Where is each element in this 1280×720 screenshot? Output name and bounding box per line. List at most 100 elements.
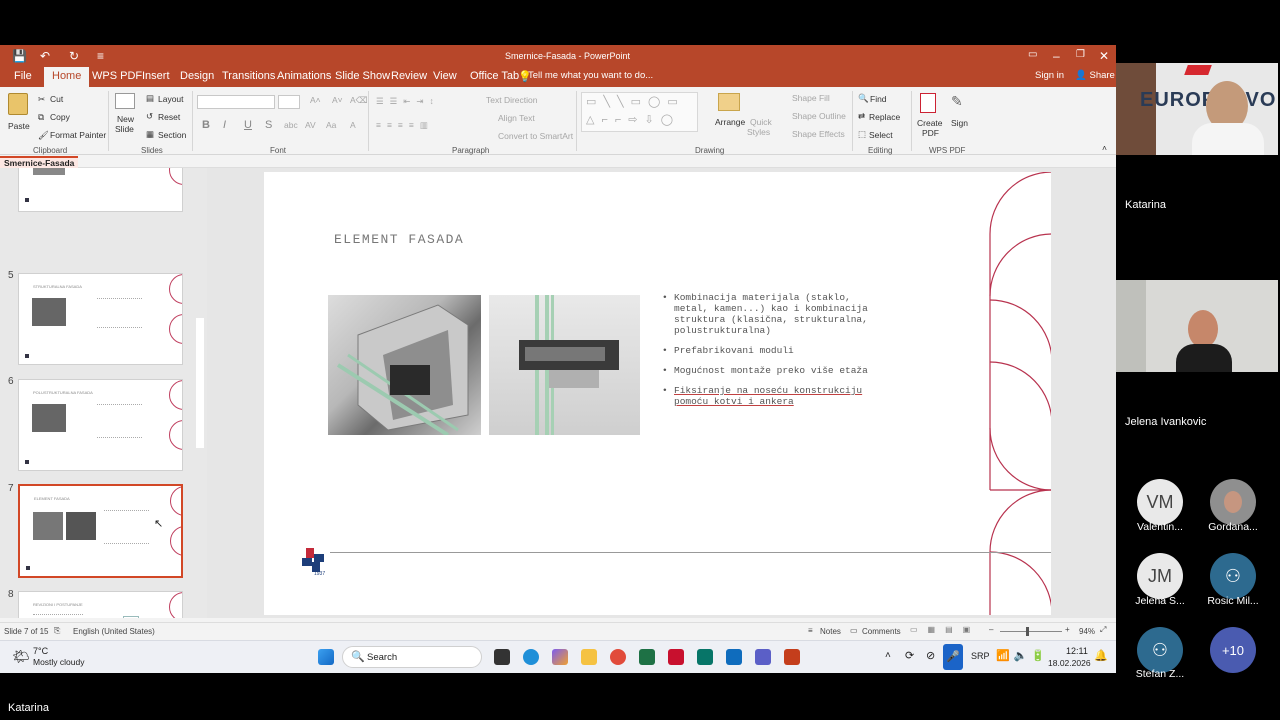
notes-icon[interactable]: ≡ [808,626,813,635]
reset-button[interactable]: Reset [158,112,180,122]
strikethrough-icon[interactable]: abc [284,120,298,130]
clear-format-icon[interactable]: A⌫ [350,95,368,106]
tab-design[interactable]: Design [180,70,214,82]
network-off-icon[interactable]: ⊘ [926,649,935,662]
paste-icon[interactable] [8,93,28,115]
task-view-icon[interactable] [494,649,510,665]
arrange-button[interactable]: Arrange [715,117,745,127]
quick-styles-button-2[interactable]: Styles [747,127,770,137]
weather-temp[interactable]: 7°C [33,646,48,656]
tell-me-search[interactable]: Tell me what you want to do... [528,70,653,81]
align-icons[interactable]: ≡≡≡≡▥ [376,120,434,131]
slide[interactable]: ELEMENT FASADA • Kombinacija materijala … [264,172,1051,615]
font-name-input[interactable] [197,95,275,109]
facade-profile-image-1[interactable] [328,295,481,437]
section-icon[interactable]: ▦ [146,129,154,140]
italic-icon[interactable]: I [223,119,226,131]
acrobat-icon[interactable] [668,649,684,665]
tab-slide-show[interactable]: Slide Show [335,70,390,82]
copy-button[interactable]: Copy [50,112,70,122]
format-painter-button[interactable]: Format Painter [50,130,106,140]
arrange-icon[interactable] [718,93,740,111]
shrink-font-icon[interactable]: A˅ [332,95,343,105]
tab-office-tab[interactable]: Office Tab [470,70,519,82]
input-language[interactable]: SRP [971,651,990,661]
video-tile-jelena[interactable] [1116,280,1278,372]
notification-icon[interactable]: 🔔 [1094,649,1108,662]
create-pdf-icon[interactable] [920,93,936,113]
teams-icon[interactable] [755,649,771,665]
tab-insert[interactable]: Insert [142,70,170,82]
avatar-gordana[interactable] [1210,479,1256,525]
list-icons[interactable]: ☰☰⇤⇥↕ [376,96,440,107]
clock-time[interactable]: 12:11 [1066,646,1088,656]
new-slide-button[interactable]: New [117,114,134,124]
zoom-slider-thumb[interactable] [1026,627,1029,636]
view-buttons[interactable]: ▭▦▤▣ [910,625,980,634]
share-button[interactable]: 👤 Share [1075,70,1115,81]
notes-button[interactable]: Notes [820,627,841,636]
avatar-rosic[interactable]: ⚇ [1210,553,1256,599]
document-tab[interactable]: Smernice-Fasada [0,156,79,168]
brush-icon[interactable]: 🖌 [38,130,49,141]
start-icon[interactable] [318,649,334,665]
reset-icon[interactable]: ↺ [146,111,153,122]
excel-icon[interactable] [639,649,655,665]
layout-button[interactable]: Layout [158,94,184,104]
spellcheck-icon[interactable]: ⎘ [54,626,60,636]
underline-icon[interactable]: U [244,119,252,131]
weather-desc[interactable]: Mostly cloudy [33,657,85,667]
bullet-list[interactable]: • Kombinacija materijala (staklo, metal, … [662,292,882,407]
replace-icon[interactable]: ⇄ [858,111,865,122]
chrome-icon[interactable] [610,649,626,665]
microphone-icon[interactable]: 🎤 [943,644,963,670]
sign-in-link[interactable]: Sign in [1035,70,1064,81]
avatar-vm[interactable]: VM [1137,479,1183,525]
tab-home[interactable]: Home [44,67,90,87]
text-direction-button[interactable]: Text Direction [486,95,538,105]
slide-thumbnail-8[interactable]: REVIZIONI I POSTUPANJE [18,591,183,618]
quick-styles-button[interactable]: Quick [750,117,772,127]
minimize-icon[interactable]: – [1053,49,1060,63]
new-slide-button-2[interactable]: Slide [115,124,134,134]
close-icon[interactable]: ✕ [1099,49,1109,63]
shape-fill-button[interactable]: Shape Fill [792,93,830,103]
copy-icon[interactable]: ⧉ [38,112,44,123]
edge-icon[interactable] [523,649,539,665]
copilot-icon[interactable] [552,649,568,665]
tab-wps-pdf[interactable]: WPS PDF [92,70,142,82]
zoom-level[interactable]: 94% [1079,627,1095,636]
shape-outline-button[interactable]: Shape Outline [792,111,846,121]
select-button[interactable]: Select [869,130,893,140]
change-case-icon[interactable]: Aa [326,120,336,130]
ribbon-display-icon[interactable]: ▭ [1028,49,1037,60]
new-slide-icon[interactable] [115,93,135,109]
comments-button[interactable]: Comments [862,627,901,636]
sign-button[interactable]: Sign [951,118,968,128]
select-icon[interactable]: ⬚ [858,129,866,140]
create-pdf-button[interactable]: Create [917,118,943,128]
tab-transitions[interactable]: Transitions [222,70,275,82]
slide-thumbnail-7[interactable]: ELEMENT FASADA ↖ [18,484,183,578]
grow-font-icon[interactable]: A˄ [310,95,321,105]
video-tile-katarina[interactable]: EUROPRAVO [1116,63,1278,155]
sync-icon[interactable]: ⟳ [905,649,914,662]
layout-icon[interactable]: ▤ [146,93,154,104]
fit-slide-icon[interactable]: ⤢ [1100,625,1106,635]
section-button[interactable]: Section [158,130,186,140]
tray-chevron-icon[interactable]: ˄ [885,650,891,661]
shape-effects-button[interactable]: Shape Effects [792,129,845,139]
tab-animations[interactable]: Animations [277,70,331,82]
bold-icon[interactable]: B [202,119,210,131]
find-button[interactable]: Find [870,94,887,104]
char-spacing-icon[interactable]: AV [305,120,316,130]
shadow-icon[interactable]: S [265,119,272,131]
redo-icon[interactable]: ↻ [69,49,79,63]
slide-thumbnail-4[interactable] [18,168,183,212]
convert-smartart-button[interactable]: Convert to SmartArt [498,131,573,141]
facade-profile-image-2[interactable] [489,295,640,435]
zoom-in-icon[interactable]: + [1065,625,1070,634]
tab-file[interactable]: File [14,70,32,82]
more-participants-button[interactable]: +10 [1210,627,1256,673]
tab-view[interactable]: View [433,70,457,82]
